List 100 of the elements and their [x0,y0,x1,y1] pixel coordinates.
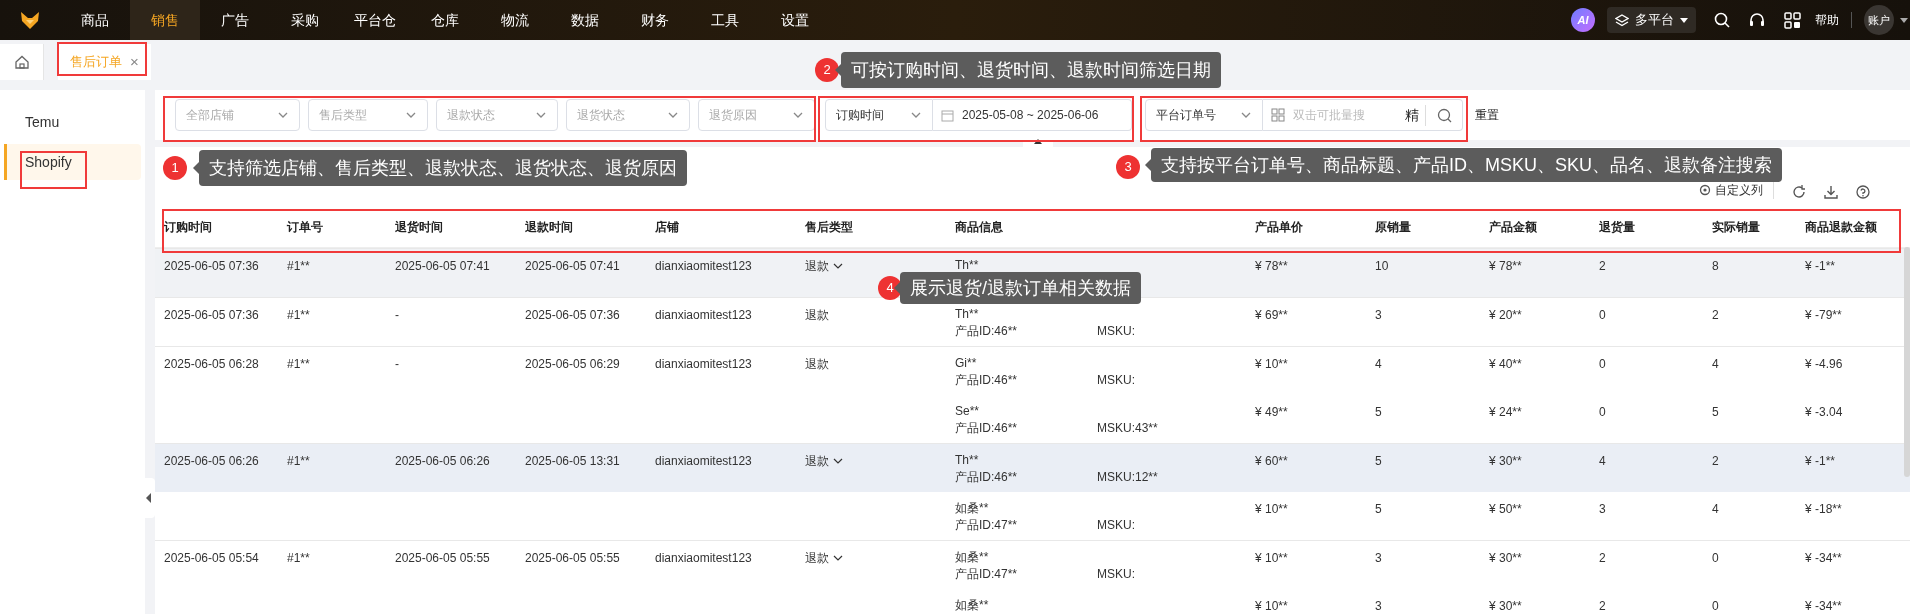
table-cell: ¥ 10** [1255,551,1288,565]
table-cell: 0 [1599,357,1606,371]
product-name: Th** [955,452,979,469]
scrollbar-thumb[interactable] [1904,247,1910,477]
exact-search-toggle[interactable]: 精 [1399,104,1426,126]
nav-tab[interactable]: 财务 [620,0,690,40]
table-cell: ¥ 30** [1489,551,1522,565]
nav-tab[interactable]: 仓库 [410,0,480,40]
nav-tab[interactable]: 采购 [270,0,340,40]
table-cell: 3 [1375,308,1382,322]
download-icon[interactable] [1824,185,1838,199]
close-icon[interactable]: × [130,50,139,74]
nav-tab[interactable]: 工具 [690,0,760,40]
callout-tooltip: 展示退货/退款订单相关数据 [894,272,1141,304]
table-cell: - [395,357,399,371]
dropdown[interactable]: 平台订单号 [1145,99,1263,131]
help-link[interactable]: 帮助 [1815,11,1839,29]
table-cell: 5 [1375,454,1382,468]
product-name: 如桑** [955,500,989,517]
dropdown[interactable]: 订购时间 [825,99,933,131]
column-header: 订购时间 [163,218,213,236]
msku: MSKU:12** [1097,469,1158,486]
refresh-icon[interactable] [1792,185,1806,199]
aftersale-type[interactable]: 退款 [805,257,843,275]
table-cell: #1** [287,308,310,322]
column-header: 退货时间 [394,218,444,236]
nav-tab[interactable]: 平台仓 [340,0,410,40]
product-name: 如桑** [955,597,989,614]
table-cell: ¥ -34** [1805,551,1842,565]
table-cell: dianxiaomitest123 [655,454,752,468]
aftersale-type: 退款 [805,307,829,324]
product-id: 产品ID:47** [955,517,1019,534]
table-cell: 0 [1712,599,1719,613]
highlight-frame [20,151,87,189]
table-cell: ¥ 78** [1255,259,1288,273]
aftersale-type[interactable]: 退款 [805,549,843,567]
callout-tooltip: 支持按平台订单号、商品标题、产品ID、MSKU、SKU、品名、退款备注搜索 [1145,148,1782,182]
chevron-icon [833,458,843,464]
msku: MSKU:43** [1097,420,1158,437]
table-cell: 2025-06-05 06:26 [395,454,490,468]
table-cell: ¥ 20** [1489,308,1522,322]
sidebar-item[interactable]: Shopify [4,144,141,180]
table-cell: 2025-06-05 06:26 [164,454,259,468]
table-cell: 2025-06-05 05:55 [525,551,620,565]
column-header: 退货量 [1598,218,1636,236]
nav-tab[interactable]: 物流 [480,0,550,40]
column-header: 订单号 [285,218,324,236]
table-cell: 2025-06-05 06:29 [525,357,620,371]
table-cell: 3 [1375,599,1382,613]
msku: MSKU: [1097,566,1135,583]
table-cell: 2025-06-05 06:28 [164,357,259,371]
column-header: 商品信息 [954,218,1004,236]
table-cell: ¥ -4.96 [1805,357,1843,371]
aftersale-type[interactable]: 退款 [805,452,843,470]
table-cell: ¥ -34** [1805,599,1842,613]
product-id: 产品ID:46** [955,420,1019,437]
home-icon [14,55,29,69]
home-tab[interactable] [0,44,44,80]
table-cell: ¥ 30** [1489,599,1522,613]
help-icon[interactable] [1856,185,1870,199]
sidebar-item[interactable]: Temu [4,104,141,140]
nav-tab[interactable]: 销售 [130,0,200,40]
product-name: Th** [955,306,979,323]
search-icon[interactable] [1714,12,1730,28]
table-cell: ¥ 49** [1255,405,1288,419]
date-range-field[interactable]: 2025-05-08 ~ 2025-06-06 [933,99,1132,131]
product-id: 产品ID:47** [955,566,1019,583]
gear-icon [1699,184,1711,196]
nav-tab[interactable]: 设置 [760,0,830,40]
product-id: 产品ID:46** [955,469,1019,486]
table-cell: 0 [1599,405,1606,419]
nav-tab[interactable]: 数据 [550,0,620,40]
table-cell: 3 [1599,502,1606,516]
grid-icon [1271,108,1285,122]
aftersale-type: 退款 [805,356,829,373]
table-cell: 2025-06-05 07:36 [164,308,259,322]
table-cell: 0 [1599,308,1606,322]
table-cell: ¥ 24** [1489,405,1522,419]
product-id: 产品ID:46** [955,323,1019,340]
table-cell: 0 [1712,551,1719,565]
table-cell: 2025-06-05 05:55 [395,551,490,565]
table-cell: ¥ 40** [1489,357,1522,371]
apps-grid-icon[interactable] [1784,11,1801,29]
table-cell: 3 [1375,551,1382,565]
platform-switch[interactable]: 多平台 [1607,7,1696,33]
table-cell: 2025-06-05 07:41 [525,259,620,273]
nav-tab[interactable]: 商品 [60,0,130,40]
table-cell: dianxiaomitest123 [655,551,752,565]
headset-icon[interactable] [1748,12,1766,28]
reset-button[interactable]: 重置 [1475,106,1499,124]
callout-tooltip: 支持筛选店铺、售后类型、退款状态、退货状态、退货原因 [193,150,687,186]
nav-tab[interactable]: 广告 [200,0,270,40]
page-tab[interactable]: 售后订单 × [58,44,151,80]
column-header: 实际销量 [1711,218,1761,236]
table-cell: 4 [1712,502,1719,516]
account-avatar[interactable]: 账户 [1864,5,1894,35]
table-cell: ¥ 60** [1255,454,1288,468]
table-cell: dianxiaomitest123 [655,357,752,371]
table-cell: ¥ 10** [1255,357,1288,371]
table-cell: 2 [1599,259,1606,273]
